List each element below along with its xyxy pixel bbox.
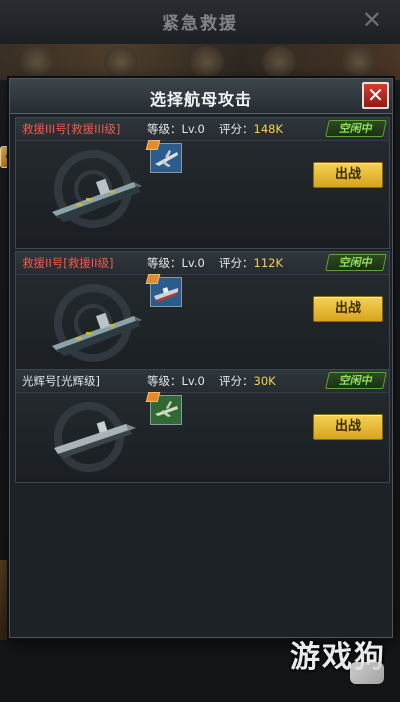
- carrier-select-dialog: 选择航母攻击 ✕ 救援III号[救援III级] 等级：Lv.0 评分：148K …: [9, 78, 393, 638]
- carrier-level: 等级：Lv.0: [147, 122, 205, 136]
- watermark-logo-icon: [350, 662, 384, 684]
- carrier-score: 评分：148K: [219, 122, 283, 136]
- carrier-card: 救援II号[救援II级] 等级：Lv.0 评分：112K 空闲中 出战: [15, 251, 390, 383]
- carrier-level: 等级：Lv.0: [147, 256, 205, 270]
- status-badge: 空闲中: [325, 120, 387, 137]
- carrier-name: 救援III号[救援III级]: [22, 122, 121, 136]
- carrier-card: 救援III号[救援III级] 等级：Lv.0 评分：148K 空闲中 出战: [15, 117, 390, 249]
- emblem-icon: [190, 46, 224, 78]
- background-close-icon: ✕: [361, 6, 382, 34]
- carrier-card-header: 光辉号[光辉级] 等级：Lv.0 评分：30K 空闲中: [16, 370, 389, 393]
- status-badge: 空闲中: [325, 372, 387, 389]
- emblem-icon: [262, 46, 296, 78]
- emblem-icon: [342, 46, 376, 78]
- background-header: 紧急救援 ✕: [0, 0, 400, 45]
- status-badge: 空闲中: [325, 254, 387, 271]
- emblem-icon: [20, 46, 54, 78]
- carrier-name: 光辉号[光辉级]: [22, 374, 100, 388]
- carrier-card: 光辉号[光辉级] 等级：Lv.0 评分：30K 空闲中 出战: [15, 369, 390, 483]
- deploy-button[interactable]: 出战: [313, 296, 383, 322]
- propeller-plane-icon[interactable]: [145, 392, 182, 425]
- deploy-button[interactable]: 出战: [313, 162, 383, 188]
- carrier-ship-image[interactable]: [46, 142, 146, 242]
- carrier-level: 等级：Lv.0: [147, 374, 205, 388]
- dialog-title: 选择航母攻击: [149, 90, 252, 109]
- background-title: 紧急救援: [162, 14, 238, 34]
- carrier-ship-image[interactable]: [46, 394, 146, 480]
- carrier-score: 评分：112K: [219, 256, 283, 270]
- carrier-card-header: 救援II号[救援II级] 等级：Lv.0 评分：112K 空闲中: [16, 252, 389, 275]
- warship-icon[interactable]: [145, 274, 182, 307]
- dialog-header: 选择航母攻击 ✕: [10, 79, 392, 114]
- emblem-icon: [104, 46, 138, 78]
- carrier-name: 救援II号[救援II级]: [22, 256, 114, 270]
- carrier-score: 评分：30K: [219, 374, 276, 388]
- deploy-button[interactable]: 出战: [313, 414, 383, 440]
- carrier-card-header: 救援III号[救援III级] 等级：Lv.0 评分：148K 空闲中: [16, 118, 389, 141]
- fighter-jet-icon[interactable]: [145, 140, 182, 173]
- close-button[interactable]: ✕: [362, 82, 389, 109]
- carrier-ship-image[interactable]: [46, 276, 146, 376]
